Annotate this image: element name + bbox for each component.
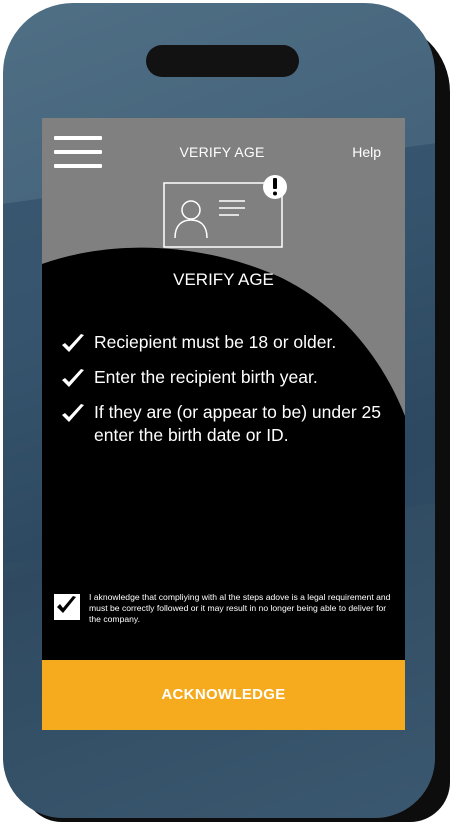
app-screen: VERIFY AGE Help VERIFY AGE Reciepient mu <box>42 118 405 730</box>
verify-age-heading: VERIFY AGE <box>173 270 274 289</box>
checklist-item-text: If they are (or appear to be) under 25 e… <box>94 402 381 445</box>
acknowledgement-text: I aknowledge that compliying with al the… <box>89 592 391 624</box>
acknowledge-button[interactable]: ACKNOWLEDGE <box>42 660 405 730</box>
phone-speaker <box>146 45 299 77</box>
checkmark-icon <box>62 404 84 422</box>
checkmark-icon <box>62 369 84 387</box>
help-link[interactable]: Help <box>352 144 381 160</box>
header-title: VERIFY AGE <box>179 144 265 160</box>
id-card-icon <box>163 175 287 248</box>
checklist-item: If they are (or appear to be) under 25 e… <box>60 401 400 447</box>
requirements-checklist: Reciepient must be 18 or older. Enter th… <box>60 331 400 459</box>
acknowledgement-row: I aknowledge that compliying with al the… <box>54 592 399 652</box>
checkmark-icon <box>62 334 84 352</box>
checklist-item: Enter the recipient birth year. <box>60 366 400 389</box>
checklist-item-text: Reciepient must be 18 or older. <box>94 332 337 352</box>
checklist-item-text: Enter the recipient birth year. <box>94 367 318 387</box>
checklist-item: Reciepient must be 18 or older. <box>60 331 400 354</box>
checkbox-check-icon <box>57 596 76 613</box>
hamburger-menu-icon[interactable] <box>54 136 102 168</box>
acknowledge-checkbox[interactable] <box>54 594 80 620</box>
exclamation-badge-icon <box>263 175 287 199</box>
phone-mockup: VERIFY AGE Help VERIFY AGE Reciepient mu <box>0 0 451 826</box>
